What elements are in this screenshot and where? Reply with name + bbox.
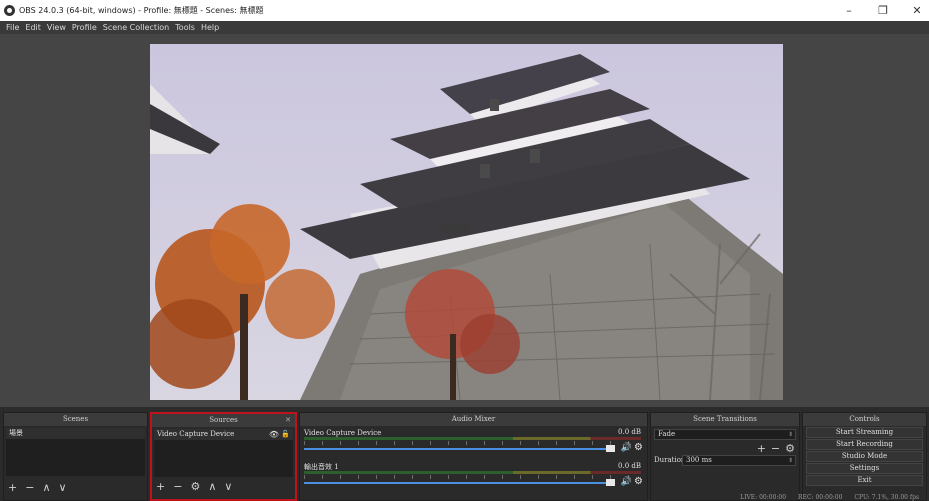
add-transition-button[interactable]: + — [757, 442, 766, 455]
minimize-button[interactable]: – — [843, 4, 855, 17]
mixer-channel-name: Video Capture Device — [304, 429, 382, 437]
scene-transitions-dock: Scene Transitions Fade ⇕ + − ⚙ Duration … — [650, 412, 800, 501]
scene-item[interactable]: 場景 — [6, 428, 145, 439]
maximize-button[interactable]: ❐ — [877, 4, 889, 17]
rec-timer: REC: 00:00:00 — [798, 494, 843, 501]
duration-input[interactable]: 300 ms ⇕ — [682, 455, 796, 466]
mixer-channel-db: 0.0 dB — [618, 428, 641, 436]
audio-mixer-dock: Audio Mixer Video Capture Device 0.0 dB … — [299, 412, 648, 501]
remove-scene-button[interactable]: − — [25, 481, 34, 494]
speaker-icon[interactable]: 🔊 — [621, 477, 632, 487]
transition-select[interactable]: Fade ⇕ — [654, 429, 796, 440]
remove-transition-button[interactable]: − — [771, 442, 780, 455]
move-source-up-button[interactable]: ∧ — [208, 480, 216, 493]
scenes-toolbar: + − ∧ ∨ — [8, 481, 67, 494]
volume-slider[interactable] — [304, 482, 607, 484]
menu-bar: File Edit View Profile Scene Collection … — [0, 21, 929, 34]
add-source-button[interactable]: + — [156, 480, 165, 493]
speaker-icon[interactable]: 🔊 — [621, 443, 632, 453]
menu-file[interactable]: File — [6, 23, 19, 32]
preview-canvas[interactable] — [150, 44, 783, 400]
source-item-label: Video Capture Device — [157, 430, 235, 438]
volume-slider[interactable] — [304, 448, 607, 450]
add-scene-button[interactable]: + — [8, 481, 17, 494]
volume-slider-handle[interactable] — [606, 479, 615, 486]
cpu-fps: CPU: 7.1%, 30.00 fps — [854, 494, 919, 501]
window-title: OBS 24.0.3 (64-bit, windows) - Profile: … — [19, 6, 264, 15]
gear-icon[interactable]: ⚙ — [634, 442, 643, 453]
menu-scene-collection[interactable]: Scene Collection — [103, 23, 170, 32]
menu-edit[interactable]: Edit — [25, 23, 41, 32]
sources-toolbar: + − ⚙ ∧ ∨ — [156, 480, 232, 493]
dock-close-icon[interactable]: ✕ — [285, 414, 291, 427]
remove-source-button[interactable]: − — [173, 480, 182, 493]
controls-dock: Controls Start Streaming Start Recording… — [802, 412, 927, 501]
eye-icon[interactable]: 👁 — [269, 429, 279, 440]
sources-dock: Sources ✕ Video Capture Device 👁 🔓 + − ⚙… — [150, 412, 297, 501]
volume-meter — [304, 437, 641, 440]
transition-toolbar: + − ⚙ — [757, 442, 795, 455]
mixer-channel-name: 輸出音效 1 — [304, 463, 339, 471]
duration-value: 300 ms — [686, 456, 712, 464]
close-button[interactable]: ✕ — [911, 4, 923, 17]
gear-icon[interactable]: ⚙ — [634, 476, 643, 487]
volume-slider-handle[interactable] — [606, 445, 615, 452]
exit-button[interactable]: Exit — [806, 475, 923, 486]
audio-mixer-header: Audio Mixer — [300, 413, 647, 426]
mixer-channel: 輸出音效 1 0.0 dB 🔊 ⚙ — [300, 460, 647, 494]
menu-help[interactable]: Help — [201, 23, 219, 32]
transition-gear-icon[interactable]: ⚙ — [785, 442, 795, 455]
settings-button[interactable]: Settings — [806, 463, 923, 474]
live-timer: LIVE: 00:00:00 — [740, 494, 787, 501]
mixer-channel: Video Capture Device 0.0 dB 🔊 ⚙ — [300, 426, 647, 460]
menu-profile[interactable]: Profile — [72, 23, 97, 32]
duration-label: Duration — [654, 456, 686, 464]
scenes-header: Scenes — [4, 413, 147, 426]
sources-header: Sources ✕ — [152, 414, 295, 427]
castle-photo-image — [150, 44, 783, 400]
obs-logo-icon — [4, 5, 15, 16]
start-recording-button[interactable]: Start Recording — [806, 439, 923, 450]
lock-icon[interactable]: 🔓 — [281, 429, 290, 440]
status-bar: LIVE: 00:00:00 REC: 00:00:00 CPU: 7.1%, … — [740, 494, 919, 501]
spinner-icon[interactable]: ⇕ — [788, 456, 793, 465]
volume-meter — [304, 471, 641, 474]
chevron-down-icon: ⇕ — [787, 431, 793, 438]
scenes-dock: Scenes 場景 + − ∧ ∨ — [3, 412, 148, 501]
meter-ticks — [304, 475, 641, 479]
move-source-down-button[interactable]: ∨ — [224, 480, 232, 493]
move-scene-up-button[interactable]: ∧ — [42, 481, 50, 494]
start-streaming-button[interactable]: Start Streaming — [806, 427, 923, 438]
meter-ticks — [304, 441, 641, 445]
source-item[interactable]: Video Capture Device 👁 🔓 — [154, 429, 293, 440]
source-properties-gear-icon[interactable]: ⚙ — [190, 480, 200, 493]
move-scene-down-button[interactable]: ∨ — [59, 481, 67, 494]
transition-select-value: Fade — [658, 430, 676, 438]
studio-mode-button[interactable]: Studio Mode — [806, 451, 923, 462]
preview-area — [0, 34, 929, 407]
controls-header: Controls — [803, 413, 926, 426]
menu-tools[interactable]: Tools — [175, 23, 195, 32]
scenes-list[interactable]: 場景 — [6, 428, 145, 476]
scene-transitions-header: Scene Transitions — [651, 413, 799, 426]
menu-view[interactable]: View — [47, 23, 66, 32]
sources-list[interactable]: Video Capture Device 👁 🔓 — [154, 429, 293, 477]
title-bar: OBS 24.0.3 (64-bit, windows) - Profile: … — [0, 0, 929, 21]
mixer-channel-db: 0.0 dB — [618, 462, 641, 470]
